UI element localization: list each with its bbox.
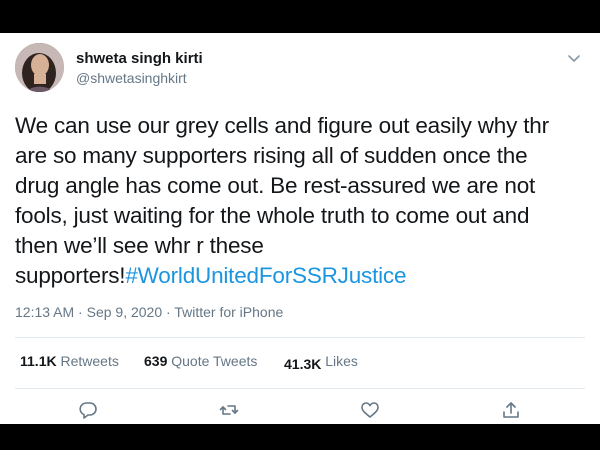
meta-separator: ·	[166, 304, 171, 320]
tweet-text-tail: supporters!	[15, 263, 126, 288]
hashtag-link[interactable]: #WorldUnitedForSSRJustice	[125, 263, 406, 288]
divider	[15, 388, 585, 389]
quote-tweets-stat[interactable]: 639 Quote Tweets	[144, 353, 257, 369]
like-icon[interactable]	[359, 399, 381, 421]
retweets-count: 11.1K	[20, 353, 57, 369]
retweet-icon[interactable]	[218, 399, 240, 421]
tweet-actions	[0, 399, 600, 423]
tweet-text-line: then we’ll see whr r these	[15, 233, 264, 258]
author-name[interactable]: shweta singh kirti	[76, 50, 203, 67]
tweet-text: We can use our grey cells and figure out…	[15, 111, 590, 291]
tweet-card: shweta singh kirti @shwetasinghkirt We c…	[0, 33, 600, 424]
divider	[15, 337, 585, 338]
likes-stat[interactable]: 41.3K Likes	[284, 353, 358, 372]
quote-label: Quote Tweets	[171, 353, 258, 369]
tweet-text-line: are so many supporters rising all of sud…	[15, 143, 528, 168]
tweet-date[interactable]: Sep 9, 2020	[87, 304, 163, 320]
tweet-source[interactable]: Twitter for iPhone	[174, 304, 283, 320]
tweet-text-line: fools, just waiting for the whole truth …	[15, 203, 530, 228]
meta-separator: ·	[78, 304, 83, 320]
tweet-text-line: drug angle has come out. Be rest-assured…	[15, 173, 536, 198]
tweet-text-last-line: supporters!#WorldUnitedForSSRJustice	[15, 261, 590, 291]
quote-count: 639	[144, 353, 168, 369]
tweet-meta: 12:13 AM · Sep 9, 2020 · Twitter for iPh…	[15, 304, 283, 320]
avatar[interactable]	[15, 43, 64, 92]
retweets-label: Retweets	[60, 353, 119, 369]
likes-count: 41.3K	[284, 356, 322, 372]
share-icon[interactable]	[500, 399, 522, 421]
tweet-text-line: We can use our grey cells and figure out…	[15, 113, 549, 138]
chevron-down-icon[interactable]	[566, 50, 582, 66]
likes-label: Likes	[325, 353, 358, 369]
tweet-time[interactable]: 12:13 AM	[15, 304, 74, 320]
retweets-stat[interactable]: 11.1K Retweets	[20, 353, 119, 369]
author-handle[interactable]: @shwetasinghkirt	[76, 70, 187, 86]
reply-icon[interactable]	[77, 399, 99, 421]
